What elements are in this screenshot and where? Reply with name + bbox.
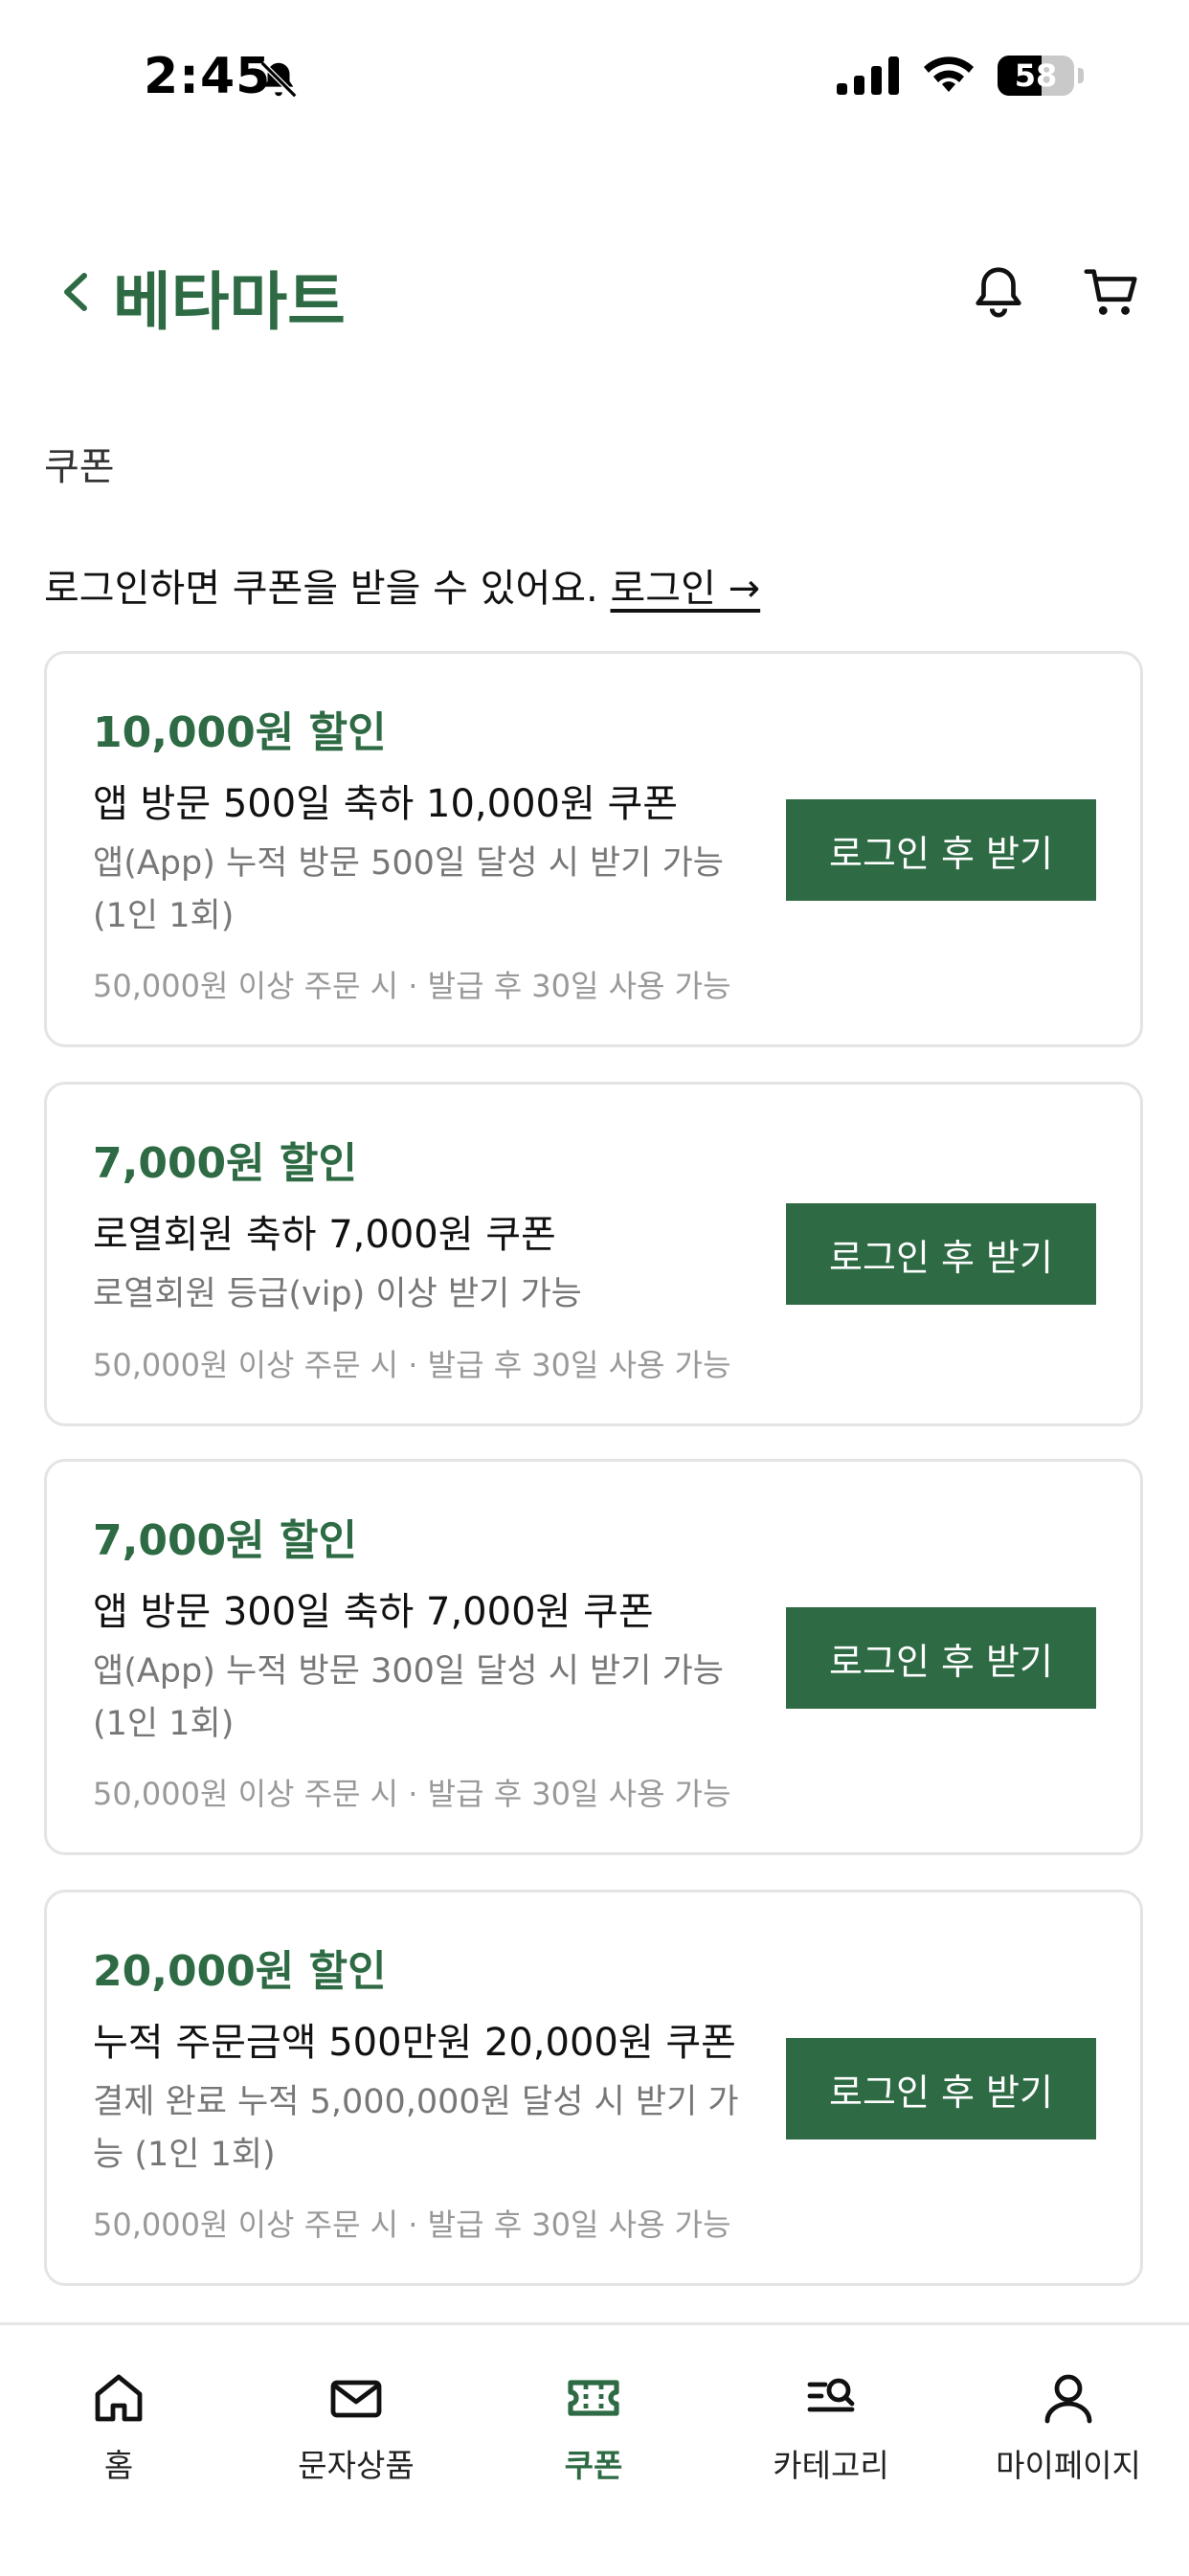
claim-coupon-button[interactable]: 로그인 후 받기: [786, 2038, 1096, 2139]
coupon-name: 누적 주문금액 500만원 20,000원 쿠폰: [93, 2021, 736, 2065]
bell-icon[interactable]: [969, 262, 1028, 322]
signal-icon: [837, 56, 899, 95]
coupon-amount: 20,000원 할인: [93, 1947, 387, 1996]
status-time: 2:45: [144, 48, 272, 105]
nav-item-mypage[interactable]: 마이페이지: [950, 2367, 1187, 2501]
nav-item-message-products[interactable]: 문자상품: [237, 2367, 475, 2501]
battery-indicator: 58: [998, 56, 1074, 96]
ticket-icon: [568, 2380, 619, 2416]
claim-coupon-button[interactable]: 로그인 후 받기: [786, 1607, 1096, 1709]
coupon-terms: 50,000원 이상 주문 시 · 발급 후 30일 사용 가능: [93, 968, 731, 1004]
coupon-terms: 50,000원 이상 주문 시 · 발급 후 30일 사용 가능: [93, 2206, 731, 2243]
nav-label: 마이페이지: [996, 2447, 1141, 2484]
claim-coupon-button[interactable]: 로그인 후 받기: [786, 799, 1096, 901]
wifi-icon: [924, 56, 974, 92]
coupon-terms: 50,000원 이상 주문 시 · 발급 후 30일 사용 가능: [93, 1347, 731, 1383]
battery-level: 58: [1014, 57, 1058, 94]
nav-label: 카테고리: [773, 2447, 889, 2484]
person-icon: [1044, 2374, 1092, 2424]
nav-item-home[interactable]: 홈: [0, 2367, 237, 2501]
bottom-nav: 홈 문자상품 쿠폰 카테고리 마이페이지: [0, 2322, 1189, 2576]
battery-nub: [1078, 68, 1084, 83]
status-bar: 2:45 58: [0, 0, 1189, 153]
coupon-terms: 50,000원 이상 주문 시 · 발급 후 30일 사용 가능: [93, 1776, 731, 1812]
back-button[interactable]: [50, 266, 101, 318]
coupon-card: 10,000원 할인 앱 방문 500일 축하 10,000원 쿠폰 앱(App…: [44, 651, 1143, 1047]
coupon-card: 7,000원 할인 로열회원 축하 7,000원 쿠폰 로열회원 등급(vip)…: [44, 1082, 1143, 1426]
coupon-condition: 앱(App) 누적 방문 300일 달성 시 받기 가능 (1인 1회): [93, 1652, 724, 1743]
chevron-left-icon: [64, 273, 87, 311]
mail-icon: [330, 2380, 382, 2418]
nav-label: 홈: [103, 2447, 134, 2484]
nav-label: 문자상품: [298, 2447, 415, 2484]
status-icons: 58: [837, 56, 1084, 96]
coupon-condition: 결제 완료 누적 5,000,000원 달성 시 받기 가능 (1인 1회): [93, 2083, 739, 2174]
bell-slash-icon: [259, 60, 298, 99]
brand-title[interactable]: 베타마트: [113, 251, 346, 343]
login-prompt-text: 로그인하면 쿠폰을 받을 수 있어요.: [44, 567, 598, 611]
coupon-amount: 7,000원 할인: [93, 1516, 357, 1565]
login-prompt: 로그인하면 쿠폰을 받을 수 있어요. 로그인 →: [44, 557, 760, 613]
category-search-icon: [807, 2378, 855, 2412]
home-icon: [95, 2374, 143, 2422]
coupon-amount: 7,000원 할인: [93, 1139, 357, 1188]
cart-icon[interactable]: [1082, 262, 1143, 322]
coupon-name: 앱 방문 500일 축하 10,000원 쿠폰: [93, 782, 679, 826]
app-header: 베타마트: [0, 239, 1189, 345]
coupon-condition: 앱(App) 누적 방문 500일 달성 시 받기 가능 (1인 1회): [93, 844, 724, 935]
coupon-name: 로열회원 축하 7,000원 쿠폰: [93, 1213, 556, 1257]
coupon-card: 7,000원 할인 앱 방문 300일 축하 7,000원 쿠폰 앱(App) …: [44, 1459, 1143, 1855]
coupon-amount: 10,000원 할인: [93, 708, 387, 757]
login-link[interactable]: 로그인 →: [611, 567, 761, 611]
coupon-condition: 로열회원 등급(vip) 이상 받기 가능: [93, 1275, 582, 1313]
nav-label: 쿠폰: [564, 2447, 623, 2484]
coupon-card: 20,000원 할인 누적 주문금액 500만원 20,000원 쿠폰 결제 완…: [44, 1890, 1143, 2286]
section-title: 쿠폰: [44, 445, 115, 489]
coupon-name: 앱 방문 300일 축하 7,000원 쿠폰: [93, 1590, 654, 1634]
nav-item-category[interactable]: 카테고리: [712, 2367, 950, 2501]
nav-item-coupon[interactable]: 쿠폰: [475, 2367, 712, 2501]
claim-coupon-button[interactable]: 로그인 후 받기: [786, 1203, 1096, 1305]
